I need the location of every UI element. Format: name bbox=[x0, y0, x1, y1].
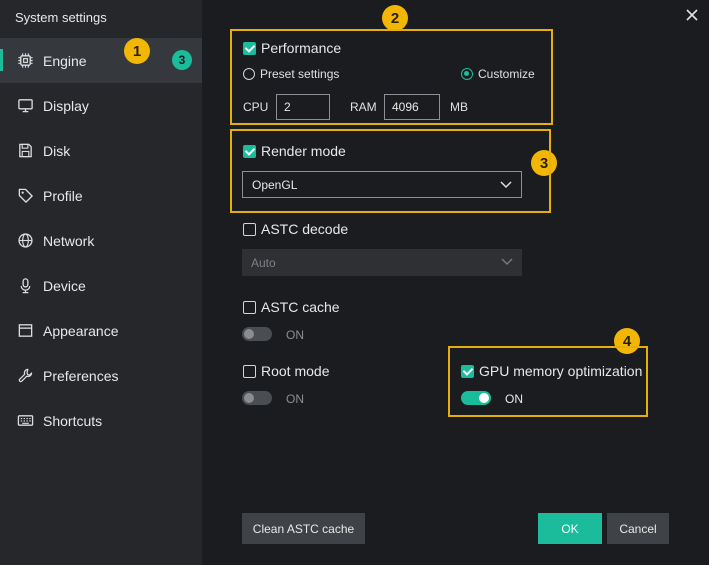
astc-decode-select: Auto bbox=[242, 249, 522, 276]
astc-decode-checkbox-row[interactable]: ASTC decode bbox=[243, 221, 348, 237]
astc-cache-checkbox-row[interactable]: ASTC cache bbox=[243, 299, 340, 315]
astc-decode-checkbox[interactable] bbox=[243, 222, 256, 236]
astc-cache-checkbox[interactable] bbox=[243, 300, 256, 314]
root-mode-label: Root mode bbox=[261, 363, 330, 379]
render-mode-checkbox-row[interactable]: Render mode bbox=[243, 143, 346, 159]
gpu-memory-label: GPU memory optimization bbox=[479, 363, 643, 379]
sidebar-item-preferences[interactable]: Preferences bbox=[0, 353, 202, 398]
monitor-icon bbox=[16, 97, 34, 115]
sidebar-item-device[interactable]: Device bbox=[0, 263, 202, 308]
clean-astc-cache-button[interactable]: Clean ASTC cache bbox=[242, 513, 365, 544]
performance-checkbox[interactable] bbox=[243, 41, 256, 55]
astc-cache-toggle-text: ON bbox=[286, 328, 304, 342]
render-mode-label: Render mode bbox=[261, 143, 346, 159]
render-mode-select[interactable]: OpenGL bbox=[242, 171, 522, 198]
render-mode-value: OpenGL bbox=[252, 177, 298, 192]
ok-button[interactable]: OK bbox=[538, 513, 602, 544]
chip-icon bbox=[16, 52, 34, 70]
astc-cache-label: ASTC cache bbox=[261, 299, 340, 315]
sidebar-item-label: Profile bbox=[43, 187, 83, 204]
ram-label: RAM bbox=[350, 100, 377, 114]
astc-decode-value: Auto bbox=[251, 255, 276, 270]
performance-checkbox-row[interactable]: Performance bbox=[243, 40, 341, 56]
astc-decode-label: ASTC decode bbox=[261, 221, 349, 237]
callout-badge: 1 bbox=[124, 38, 150, 64]
ram-input[interactable] bbox=[384, 94, 440, 120]
preset-settings-label: Preset settings bbox=[260, 67, 340, 81]
preset-settings-radio[interactable] bbox=[243, 68, 255, 80]
settings-window: System settings Engine 3 Display Disk Pr… bbox=[0, 0, 709, 565]
wrench-icon bbox=[16, 367, 34, 385]
astc-cache-toggle bbox=[242, 327, 272, 341]
gpu-memory-toggle[interactable] bbox=[461, 391, 491, 405]
chevron-down-icon bbox=[500, 181, 512, 189]
cancel-button[interactable]: Cancel bbox=[607, 513, 669, 544]
window-icon bbox=[16, 322, 34, 340]
window-title: System settings bbox=[15, 10, 107, 25]
sidebar-item-label: Device bbox=[43, 277, 86, 294]
sidebar-nav: Engine 3 Display Disk Profile Network De… bbox=[0, 38, 202, 443]
close-button[interactable] bbox=[683, 6, 701, 24]
sidebar-item-label: Appearance bbox=[43, 322, 119, 339]
render-mode-checkbox[interactable] bbox=[243, 144, 256, 158]
tag-icon bbox=[16, 187, 34, 205]
gpu-memory-toggle-text: ON bbox=[505, 392, 523, 406]
root-mode-checkbox[interactable] bbox=[243, 364, 256, 378]
customize-label: Customize bbox=[478, 67, 535, 81]
ram-unit: MB bbox=[450, 100, 468, 114]
highlight-gpu-memory bbox=[448, 346, 648, 417]
microphone-icon bbox=[16, 277, 34, 295]
sidebar-item-label: Engine bbox=[43, 52, 87, 69]
sidebar-item-display[interactable]: Display bbox=[0, 83, 202, 128]
sidebar: System settings Engine 3 Display Disk Pr… bbox=[0, 0, 202, 565]
sidebar-item-label: Disk bbox=[43, 142, 71, 159]
preset-settings-option[interactable]: Preset settings bbox=[243, 67, 339, 81]
sidebar-item-label: Preferences bbox=[43, 367, 119, 384]
sidebar-item-engine[interactable]: Engine 3 bbox=[0, 38, 202, 83]
sidebar-item-label: Network bbox=[43, 232, 95, 249]
chevron-down-icon bbox=[501, 258, 513, 266]
root-mode-toggle bbox=[242, 391, 272, 405]
sidebar-item-label: Display bbox=[43, 97, 89, 114]
customize-radio[interactable] bbox=[461, 68, 473, 80]
engine-badge: 3 bbox=[172, 50, 192, 70]
sidebar-item-appearance[interactable]: Appearance bbox=[0, 308, 202, 353]
keyboard-icon bbox=[16, 412, 34, 430]
sidebar-item-network[interactable]: Network bbox=[0, 218, 202, 263]
close-icon bbox=[686, 9, 698, 21]
sidebar-item-label: Shortcuts bbox=[43, 412, 103, 429]
sidebar-item-shortcuts[interactable]: Shortcuts bbox=[0, 398, 202, 443]
gpu-memory-checkbox-row[interactable]: GPU memory optimization bbox=[461, 363, 642, 379]
performance-label: Performance bbox=[261, 40, 342, 56]
cpu-input[interactable] bbox=[276, 94, 330, 120]
customize-option[interactable]: Customize bbox=[461, 67, 535, 81]
globe-icon bbox=[16, 232, 34, 250]
callout-badge: 2 bbox=[382, 5, 408, 31]
root-mode-toggle-text: ON bbox=[286, 392, 304, 406]
gpu-memory-checkbox[interactable] bbox=[461, 364, 474, 378]
save-icon bbox=[16, 142, 34, 160]
root-mode-checkbox-row[interactable]: Root mode bbox=[243, 363, 329, 379]
sidebar-item-disk[interactable]: Disk bbox=[0, 128, 202, 173]
sidebar-item-profile[interactable]: Profile bbox=[0, 173, 202, 218]
cpu-label: CPU bbox=[243, 100, 269, 114]
